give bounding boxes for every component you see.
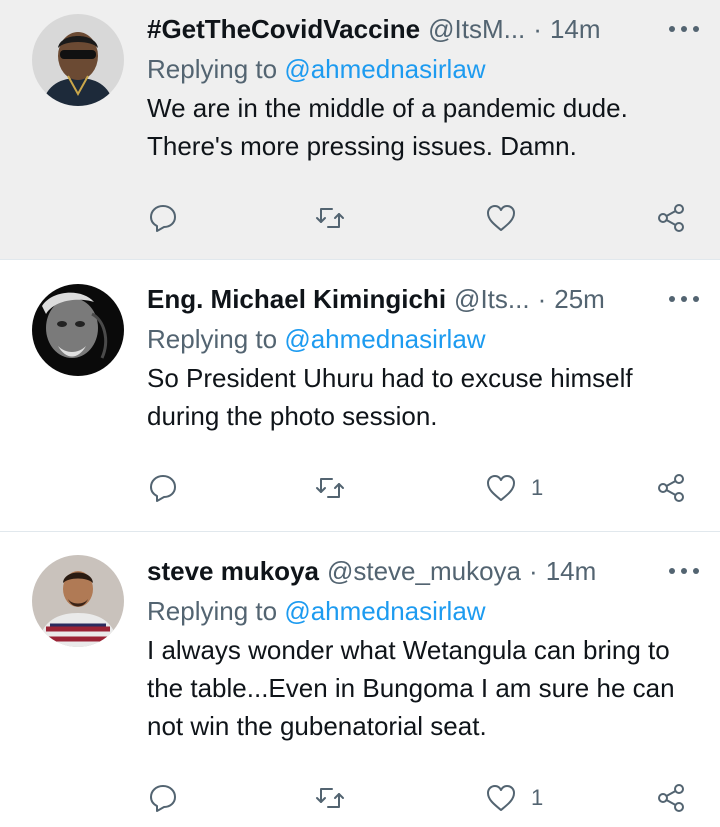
author-handle[interactable]: @Its... — [454, 284, 530, 315]
like-icon — [487, 785, 515, 811]
reply-icon — [150, 475, 176, 502]
replying-to-label: Replying to — [147, 596, 278, 626]
retweet-button[interactable] — [314, 778, 346, 818]
retweet-button[interactable] — [314, 468, 346, 508]
avatar[interactable] — [32, 555, 124, 647]
tweet-actions — [147, 198, 693, 238]
reply-context: Replying to @ahmednasirlaw — [147, 52, 702, 86]
tweet-header: Eng. Michael Kimingichi @Its... · 25m — [147, 282, 702, 316]
tweet-text: So President Uhuru had to excuse himself… — [147, 363, 633, 431]
tweet-actions: 1 — [147, 468, 693, 508]
separator-dot: · — [529, 555, 538, 586]
reply-context: Replying to @ahmednasirlaw — [147, 594, 702, 628]
like-button[interactable]: 1 — [485, 778, 543, 818]
timestamp[interactable]: 25m — [554, 284, 605, 315]
like-icon — [487, 475, 515, 501]
share-button[interactable] — [655, 468, 687, 508]
reply-button[interactable] — [147, 778, 179, 818]
share-button[interactable] — [655, 778, 687, 818]
retweet-button[interactable] — [314, 198, 346, 238]
share-icon — [658, 204, 684, 232]
tweet[interactable]: Eng. Michael Kimingichi @Its... · 25m Re… — [0, 260, 720, 532]
timestamp[interactable]: 14m — [550, 14, 601, 45]
author-name[interactable]: steve mukoya — [147, 556, 319, 587]
avatar-image — [32, 284, 124, 376]
more-icon[interactable] — [666, 12, 702, 46]
replying-to-label: Replying to — [147, 54, 278, 84]
mention-link[interactable]: @ahmednasirlaw — [284, 324, 485, 354]
share-button[interactable] — [655, 198, 687, 238]
author-name[interactable]: Eng. Michael Kimingichi — [147, 284, 446, 315]
like-button[interactable] — [485, 198, 531, 238]
author-handle[interactable]: @ItsM... — [428, 14, 525, 45]
more-icon[interactable] — [666, 554, 702, 588]
tweet-text: We are in the middle of a pandemic dude.… — [147, 93, 628, 161]
avatar[interactable] — [32, 284, 124, 376]
separator-dot: · — [533, 13, 542, 44]
separator-dot: · — [537, 283, 547, 314]
reply-icon — [150, 205, 176, 232]
timestamp[interactable]: 14m — [546, 556, 597, 587]
share-icon — [658, 784, 684, 812]
retweet-icon — [316, 788, 344, 808]
author-name[interactable]: #GetTheCovidVaccine — [147, 14, 420, 45]
more-icon[interactable] — [666, 282, 702, 316]
reply-button[interactable] — [147, 198, 179, 238]
like-button[interactable]: 1 — [485, 468, 543, 508]
avatar-image — [32, 555, 124, 647]
share-icon — [658, 474, 684, 502]
like-icon — [487, 205, 515, 231]
tweet[interactable]: steve mukoya @steve_mukoya · 14m Replyin… — [0, 532, 720, 827]
tweet-header: #GetTheCovidVaccine @ItsM... · 14m — [147, 12, 702, 46]
retweet-icon — [316, 208, 344, 228]
like-count: 1 — [531, 475, 544, 500]
replying-to-label: Replying to — [147, 324, 278, 354]
tweet-header: steve mukoya @steve_mukoya · 14m — [147, 554, 702, 588]
tweet-text: I always wonder what Wetangula can bring… — [147, 635, 675, 741]
mention-link[interactable]: @ahmednasirlaw — [284, 54, 485, 84]
avatar-image — [32, 14, 124, 106]
reply-context: Replying to @ahmednasirlaw — [147, 322, 702, 356]
reply-icon — [150, 785, 176, 812]
like-count: 1 — [531, 785, 544, 810]
tweet[interactable]: #GetTheCovidVaccine @ItsM... · 14m Reply… — [0, 0, 720, 260]
retweet-icon — [316, 478, 344, 498]
tweet-actions: 1 — [147, 778, 693, 818]
mention-link[interactable]: @ahmednasirlaw — [284, 596, 485, 626]
avatar[interactable] — [32, 14, 124, 106]
author-handle[interactable]: @steve_mukoya — [327, 556, 521, 587]
reply-button[interactable] — [147, 468, 179, 508]
